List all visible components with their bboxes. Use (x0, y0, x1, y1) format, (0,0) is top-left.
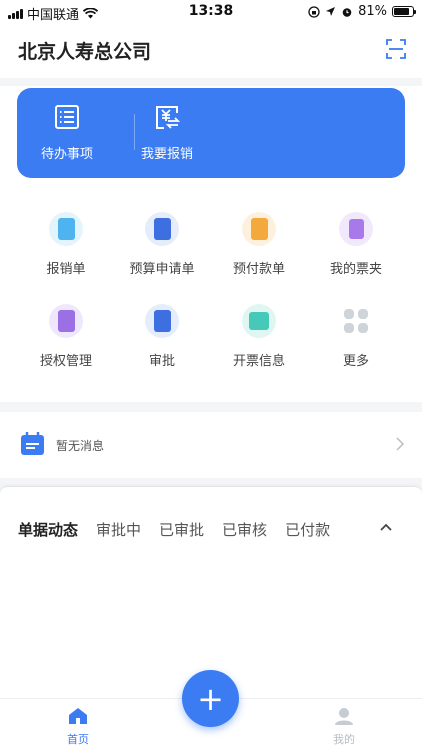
more-icon (339, 304, 373, 338)
reimburse-button[interactable]: 我要报销 (117, 104, 217, 162)
battery-percent: 81% (358, 4, 387, 19)
todo-button[interactable]: 待办事项 (17, 104, 117, 162)
todo-list-icon (55, 105, 79, 129)
tab-audited[interactable]: 已审核 (222, 519, 267, 540)
approval-icon (145, 304, 179, 338)
grid-label: 报销单 (46, 262, 86, 277)
reimburse-icon (156, 106, 181, 129)
grid-item-authorization[interactable]: 授权管理 (18, 304, 114, 369)
grid-label: 授权管理 (39, 354, 92, 369)
tab-document-activity[interactable]: 单据动态 (18, 519, 78, 540)
grid-item-budget-request[interactable]: 预算申请单 (114, 212, 210, 277)
grid-label: 审批 (148, 354, 175, 369)
ticket-wallet-icon (339, 212, 373, 246)
expense-form-icon (49, 212, 83, 246)
alarm-icon (342, 7, 352, 17)
prepayment-icon (242, 212, 276, 246)
profile-icon (335, 708, 353, 725)
location-icon (326, 7, 336, 16)
grid-label: 开票信息 (232, 354, 285, 369)
grid-item-ticket-wallet[interactable]: 我的票夹 (308, 212, 404, 277)
calendar-icon (21, 432, 44, 455)
reimburse-label: 我要报销 (140, 147, 193, 162)
battery-icon (392, 6, 416, 17)
message-text: 暂无消息 (56, 439, 105, 453)
grid-item-prepayment[interactable]: 预付款单 (211, 212, 307, 277)
budget-request-icon (145, 212, 179, 246)
tab-profile-label: 我的 (333, 733, 355, 746)
grid-label: 更多 (342, 354, 369, 369)
header: 北京人寿总公司 (0, 24, 422, 78)
grid-label: 预付款单 (232, 262, 285, 277)
chevron-right-icon (396, 437, 404, 451)
tab-home-label: 首页 (67, 733, 89, 746)
home-icon (69, 708, 87, 724)
tab-profile[interactable]: 我的 (314, 707, 374, 747)
grid-label: 预算申请单 (129, 262, 195, 277)
scan-icon[interactable] (386, 39, 406, 59)
status-right: 81% (308, 4, 416, 19)
grid-item-invoice-info[interactable]: 开票信息 (211, 304, 307, 369)
grid-item-expense-form[interactable]: 报销单 (18, 212, 114, 277)
grid-item-approval[interactable]: 审批 (114, 304, 210, 369)
invoice-info-icon (242, 304, 276, 338)
document-tabs: 单据动态 审批中 已审批 已审核 已付款 (18, 519, 330, 540)
orientation-lock-icon (308, 5, 320, 18)
tab-approved[interactable]: 已审批 (159, 519, 204, 540)
quick-action-card: 待办事项 我要报销 (17, 88, 405, 178)
page-title: 北京人寿总公司 (18, 41, 152, 63)
todo-label: 待办事项 (40, 147, 93, 162)
grid-label: 我的票夹 (329, 262, 382, 277)
battery-level (394, 8, 409, 15)
message-bar[interactable]: 暂无消息 (0, 412, 422, 478)
tab-paid[interactable]: 已付款 (285, 519, 330, 540)
status-bar: 中国联通 13:38 81% (0, 0, 422, 24)
tab-home[interactable]: 首页 (48, 707, 108, 747)
authorization-icon (49, 304, 83, 338)
document-panel: 单据动态 审批中 已审批 已审核 已付款 (0, 486, 422, 698)
tab-in-approval[interactable]: 审批中 (96, 519, 141, 540)
chevron-up-icon[interactable] (380, 523, 392, 531)
add-button[interactable]: + (182, 670, 239, 727)
grid-item-more[interactable]: 更多 (308, 304, 404, 369)
